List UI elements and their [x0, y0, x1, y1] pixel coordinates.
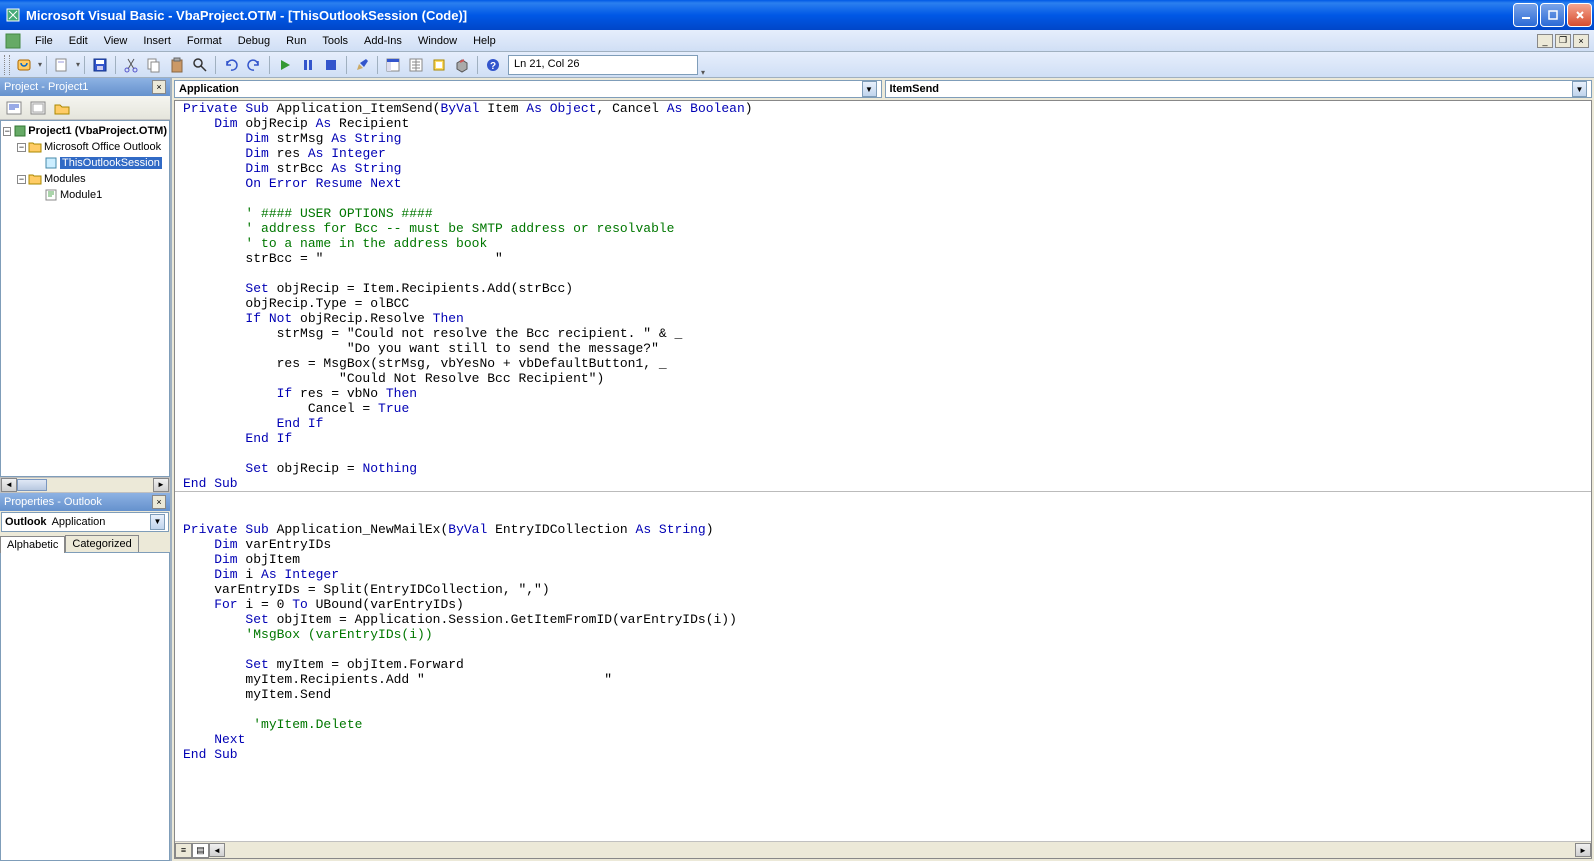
project-tree[interactable]: −Project1 (VbaProject.OTM) −Microsoft Of…	[0, 120, 170, 477]
project-panel-toolbar	[0, 96, 170, 120]
project-panel-header: Project - Project1 ×	[0, 78, 170, 96]
menu-help[interactable]: Help	[465, 33, 504, 49]
collapse-icon[interactable]: −	[17, 175, 26, 184]
break-button[interactable]	[297, 54, 319, 76]
menu-view[interactable]: View	[96, 33, 136, 49]
toolbox-button[interactable]	[451, 54, 473, 76]
cursor-position-display: Ln 21, Col 26	[508, 55, 698, 75]
dropdown-arrow-icon[interactable]: ▼	[862, 81, 877, 97]
object-dropdown[interactable]: Application▼	[174, 80, 882, 98]
folder-icon	[28, 172, 42, 186]
system-menu-icon[interactable]	[5, 33, 21, 49]
view-object-button[interactable]	[27, 98, 49, 118]
project-icon	[13, 124, 26, 138]
full-module-view-button[interactable]: ▤	[192, 843, 209, 858]
save-button[interactable]	[89, 54, 111, 76]
svg-text:?: ?	[490, 61, 496, 72]
mdi-close-button[interactable]: ×	[1573, 34, 1589, 48]
module-icon	[44, 188, 58, 202]
menu-window[interactable]: Window	[410, 33, 465, 49]
collapse-icon[interactable]: −	[3, 127, 11, 136]
run-button[interactable]	[274, 54, 296, 76]
code-editor[interactable]: Private Sub Application_ItemSend(ByVal I…	[175, 101, 1591, 841]
menu-file[interactable]: File	[27, 33, 61, 49]
procedure-dropdown[interactable]: ItemSend▼	[885, 80, 1593, 98]
find-button[interactable]	[189, 54, 211, 76]
tree-node-folder-outlook[interactable]: −Microsoft Office Outlook	[3, 139, 167, 155]
tree-node-module1[interactable]: Module1	[3, 187, 167, 203]
scroll-left-button[interactable]: ◄	[1, 478, 17, 492]
app-icon	[5, 7, 21, 23]
menu-format[interactable]: Format	[179, 33, 230, 49]
scroll-right-button[interactable]: ►	[1575, 843, 1591, 857]
tree-node-project[interactable]: −Project1 (VbaProject.OTM)	[3, 123, 167, 139]
menu-tools[interactable]: Tools	[314, 33, 356, 49]
view-outlook-button[interactable]	[13, 54, 35, 76]
menu-run[interactable]: Run	[278, 33, 314, 49]
toolbar: ▾ ▾ ? Ln 21, Col 26 ▾	[0, 52, 1594, 78]
cut-button[interactable]	[120, 54, 142, 76]
menu-debug[interactable]: Debug	[230, 33, 278, 49]
menu-edit[interactable]: Edit	[61, 33, 96, 49]
collapse-icon[interactable]: −	[17, 143, 26, 152]
properties-tab-alphabetic[interactable]: Alphabetic	[0, 536, 65, 553]
properties-panel-title: Properties - Outlook	[4, 496, 102, 508]
object-browser-button[interactable]	[428, 54, 450, 76]
reset-button[interactable]	[320, 54, 342, 76]
minimize-button[interactable]	[1513, 3, 1538, 27]
project-panel-title: Project - Project1	[4, 81, 88, 93]
titlebar: Microsoft Visual Basic - VbaProject.OTM …	[0, 0, 1594, 30]
help-button[interactable]: ?	[482, 54, 504, 76]
menu-addins[interactable]: Add-Ins	[356, 33, 410, 49]
project-tree-hscroll[interactable]: ◄ ►	[0, 477, 170, 493]
project-explorer-button[interactable]	[382, 54, 404, 76]
tree-node-folder-modules[interactable]: −Modules	[3, 171, 167, 187]
properties-tab-categorized[interactable]: Categorized	[65, 535, 138, 552]
procedure-view-button[interactable]: ≡	[175, 843, 192, 858]
dropdown-arrow-icon[interactable]: ▾	[38, 60, 42, 69]
maximize-button[interactable]	[1540, 3, 1565, 27]
toggle-folders-button[interactable]	[51, 98, 73, 118]
dropdown-arrow-icon[interactable]: ▾	[76, 60, 80, 69]
toolbar-grip[interactable]	[4, 55, 10, 75]
properties-panel-close-button[interactable]: ×	[152, 495, 166, 509]
dropdown-arrow-icon[interactable]: ▼	[1572, 81, 1587, 97]
scroll-thumb[interactable]	[17, 479, 47, 491]
toolbar-overflow-icon[interactable]: ▾	[701, 68, 705, 77]
code-editor-hscroll[interactable]: ≡ ▤ ◄ ►	[175, 841, 1591, 858]
dropdown-arrow-icon[interactable]: ▼	[150, 514, 165, 530]
design-mode-button[interactable]	[351, 54, 373, 76]
properties-panel-header: Properties - Outlook ×	[0, 493, 170, 511]
menu-insert[interactable]: Insert	[135, 33, 179, 49]
folder-icon	[28, 140, 42, 154]
project-panel-close-button[interactable]: ×	[152, 80, 166, 94]
menubar: File Edit View Insert Format Debug Run T…	[0, 30, 1594, 52]
tree-node-thisoutlooksession[interactable]: ThisOutlookSession	[3, 155, 167, 171]
properties-grid[interactable]	[0, 552, 170, 861]
close-button[interactable]	[1567, 3, 1592, 27]
properties-object-dropdown[interactable]: OutlookApplication ▼	[1, 512, 169, 532]
copy-button[interactable]	[143, 54, 165, 76]
mdi-restore-button[interactable]: ❐	[1555, 34, 1571, 48]
properties-window-button[interactable]	[405, 54, 427, 76]
view-code-button[interactable]	[3, 98, 25, 118]
scroll-right-button[interactable]: ►	[153, 478, 169, 492]
undo-button[interactable]	[220, 54, 242, 76]
module-icon	[44, 156, 58, 170]
window-title: Microsoft Visual Basic - VbaProject.OTM …	[26, 8, 1513, 23]
paste-button[interactable]	[166, 54, 188, 76]
scroll-left-button[interactable]: ◄	[209, 843, 225, 857]
mdi-minimize-button[interactable]: _	[1537, 34, 1553, 48]
redo-button[interactable]	[243, 54, 265, 76]
insert-module-button[interactable]	[51, 54, 73, 76]
